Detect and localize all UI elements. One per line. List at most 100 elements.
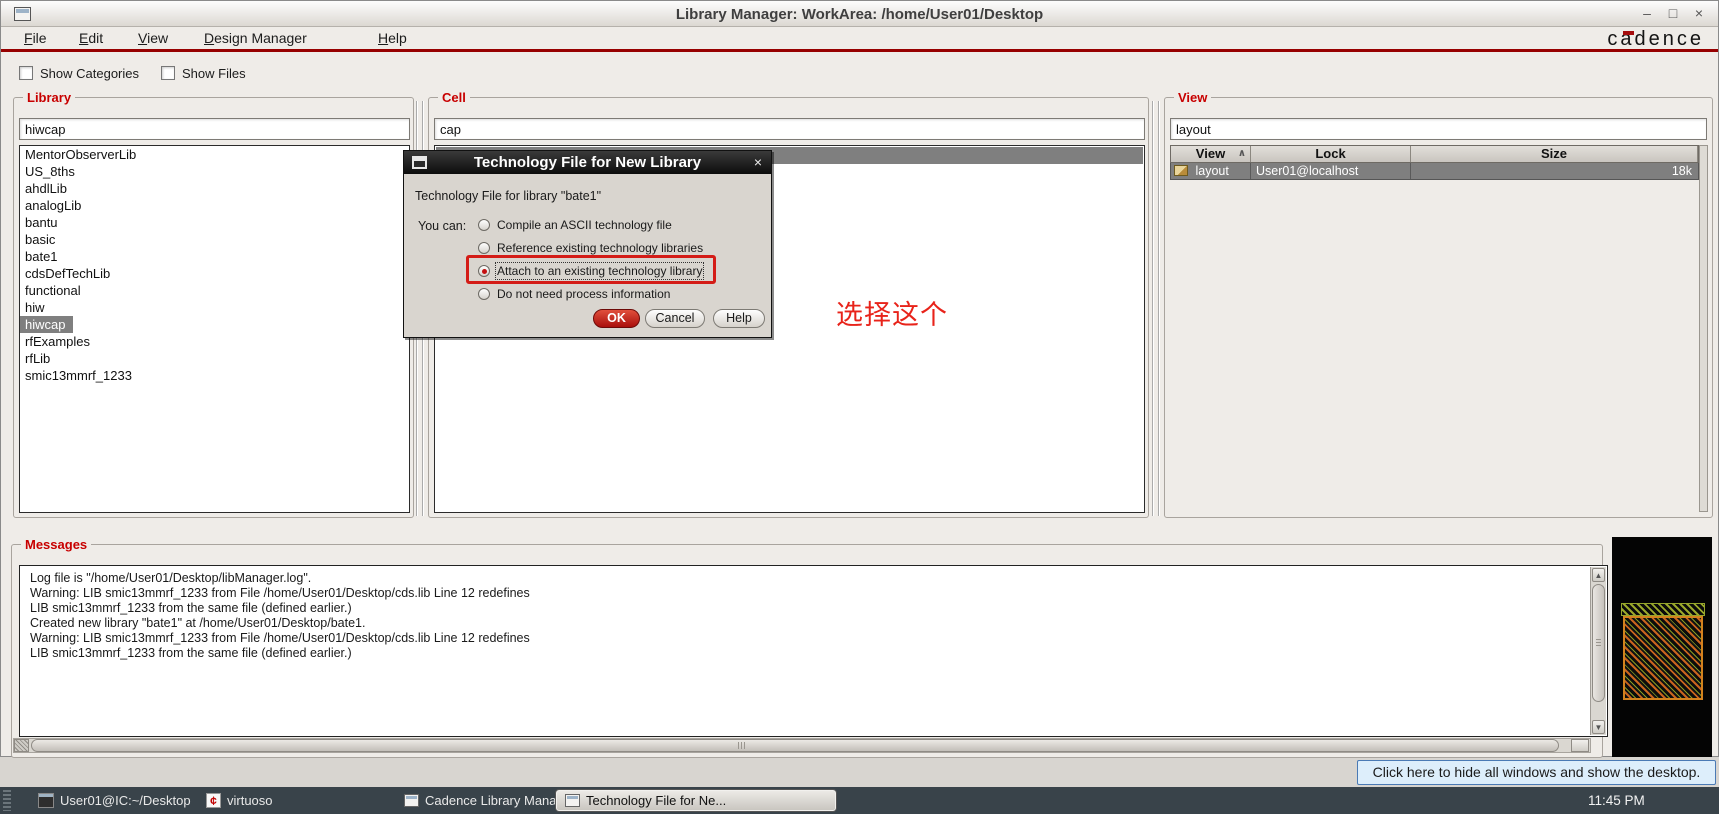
view-column-header[interactable]: View ∧ [1171,146,1251,162]
cancel-button[interactable]: Cancel [645,309,705,328]
maximize-button[interactable]: □ [1664,3,1682,23]
radio-icon[interactable] [478,288,490,300]
messages-vertical-scrollbar[interactable]: ▲ ▼ [1590,567,1606,735]
radio-option-no-process[interactable]: Do not need process information [478,286,670,302]
sort-asc-icon: ∧ [1237,148,1246,159]
taskbar: User01@IC:~/Desktop ¢ virtuoso Cadence L… [0,787,1719,814]
view-name: layout [1195,164,1229,178]
taskbar-item-technology-file[interactable]: Technology File for Ne... [556,790,836,811]
clock: 11:45 PM [1588,793,1645,808]
library-item[interactable]: rfExamples [20,333,409,350]
view-filter-input[interactable] [1170,118,1707,140]
minimize-button[interactable]: – [1638,3,1656,23]
library-item[interactable]: bate1 [20,248,409,265]
titlebar[interactable]: Library Manager: WorkArea: /home/User01/… [1,1,1718,27]
log-line: Created new library "bate1" at /home/Use… [30,616,366,630]
library-item[interactable]: US_8ths [20,163,409,180]
cell-panel-title: Cell [438,90,470,105]
divider [1,49,1718,52]
messages-horizontal-scrollbar[interactable] [13,738,1591,753]
scroll-right-icon[interactable] [1571,739,1589,752]
library-item[interactable]: functional [20,282,409,299]
library-item[interactable]: MentorObserverLib [20,146,409,163]
virtuoso-icon: ¢ [206,793,221,808]
library-filter-input[interactable] [19,118,410,140]
scroll-down-icon[interactable]: ▼ [1592,720,1605,734]
library-item[interactable]: ahdlLib [20,180,409,197]
library-item-selected[interactable]: hiwcap [20,316,74,333]
show-categories-label: Show Categories [40,66,139,81]
dialog-prompt: You can: [418,219,467,233]
show-categories-checkbox[interactable] [19,66,33,80]
log-line: LIB smic13mmrf_1233 from the same file (… [30,601,352,615]
menu-design-manager[interactable]: Design Manager [204,30,307,46]
log-line: Log file is "/home/User01/Desktop/libMan… [30,571,312,585]
dialog-close-icon[interactable]: × [754,154,762,170]
library-list: MentorObserverLib US_8ths ahdlLib analog… [19,145,410,513]
dialog-title: Technology File for New Library [473,154,702,171]
radio-option-reference[interactable]: Reference existing technology libraries [478,240,703,256]
window-title: Library Manager: WorkArea: /home/User01/… [675,6,1044,23]
menu-edit[interactable]: Edit [79,30,103,46]
radio-icon[interactable] [478,242,490,254]
window-icon [404,794,419,807]
help-button[interactable]: Help [713,309,765,328]
library-panel-title: Library [23,90,76,105]
library-panel: Library MentorObserverLib US_8ths ahdlLi… [13,90,414,518]
close-button[interactable]: × [1690,3,1708,23]
splitter-cell-view[interactable] [1152,101,1160,516]
resize-grip-icon[interactable] [14,739,29,752]
cell-filter-input[interactable] [434,118,1145,140]
messages-panel-title: Messages [21,537,92,552]
layout-preview-cell [1623,616,1703,700]
library-item[interactable]: basic [20,231,409,248]
dialog-intro: Technology File for library "bate1" [415,189,602,203]
library-item[interactable]: smic13mmrf_1233 [20,367,409,384]
menu-help[interactable]: Help [378,30,407,46]
window-icon [565,794,580,807]
menu-view[interactable]: View [138,30,168,46]
taskbar-item-library-manager[interactable]: Cadence Library Mana... [404,790,567,811]
size-column-header[interactable]: Size [1411,146,1698,162]
lock-column-header[interactable]: Lock [1251,146,1411,162]
taskbar-item-terminal[interactable]: User01@IC:~/Desktop [38,790,191,811]
scroll-up-icon[interactable]: ▲ [1592,568,1605,582]
library-item[interactable]: rfLib [20,350,409,367]
library-item[interactable]: analogLib [20,197,409,214]
red-highlight-box [466,255,716,284]
taskbar-item-virtuoso[interactable]: ¢ virtuoso [206,790,273,811]
show-desktop-tooltip: Click here to hide all windows and show … [1357,760,1716,785]
library-manager-window: Library Manager: WorkArea: /home/User01/… [0,0,1719,758]
layout-preview [1612,537,1712,757]
layout-view-icon [1174,165,1188,176]
view-table: View ∧ Lock Size layout User01@localhost… [1170,145,1699,180]
cadence-logo: cadence [1607,28,1704,50]
messages-panel: Messages Log file is "/home/User01/Deskt… [11,537,1608,758]
messages-log: Log file is "/home/User01/Desktop/libMan… [19,565,1608,737]
radio-icon[interactable] [478,219,490,231]
library-item[interactable]: hiw [20,299,409,316]
dialog-titlebar[interactable]: Technology File for New Library × [404,151,771,174]
scrollbar-thumb[interactable] [31,739,1559,752]
view-size: 18k [1671,164,1692,178]
library-item[interactable]: cdsDefTechLib [20,265,409,282]
terminal-icon [38,793,54,808]
library-item[interactable]: bantu [20,214,409,231]
scrollbar-thumb[interactable] [1592,584,1605,702]
technology-file-dialog: Technology File for New Library × Techno… [403,150,772,338]
ok-button[interactable]: OK [593,309,640,328]
menubar: File Edit View Design Manager Help caden… [1,28,1718,50]
layout-preview-top-hatch [1621,603,1705,616]
log-line: Warning: LIB smic13mmrf_1233 from File /… [30,586,530,600]
taskbar-grip[interactable] [3,790,11,811]
show-files-checkbox[interactable] [161,66,175,80]
chinese-annotation: 选择这个 [836,300,948,330]
menu-file[interactable]: File [24,30,47,46]
view-panel-title: View [1174,90,1212,105]
lock-owner: User01@localhost [1251,163,1411,179]
log-line: LIB smic13mmrf_1233 from the same file (… [30,646,352,660]
radio-option-compile[interactable]: Compile an ASCII technology file [478,217,672,233]
view-panel: View View ∧ Lock Size layout User01@ [1164,90,1713,518]
view-scrollbar[interactable] [1699,145,1708,512]
view-table-row[interactable]: layout User01@localhost 18k [1170,163,1699,180]
